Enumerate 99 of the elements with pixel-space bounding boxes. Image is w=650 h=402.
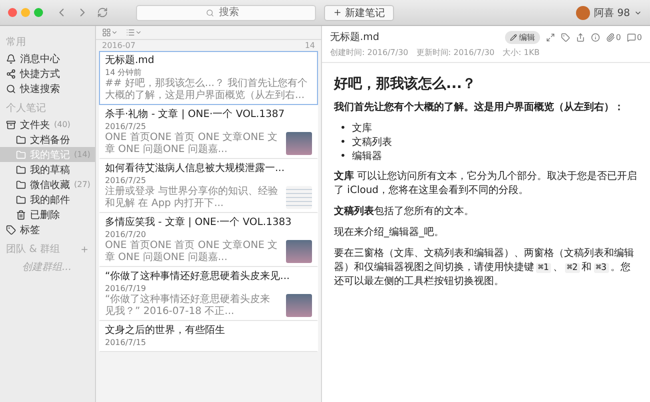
sidebar-item[interactable]: 微信收藏 (27) <box>0 177 95 192</box>
view-mode-button[interactable] <box>102 28 118 37</box>
note-card[interactable]: “你做了这种事情还好意思硬着头皮来见... 2016/7/19 “你做了这种事情还好意思硬着头皮来见我？” 2016-07-18 不正... <box>99 267 318 321</box>
paragraph: 文库 可以让您访问所有文本，它分为几个部分。取决于您是否已开启了 iCloud，您将在这里会看到不同的分段。 <box>334 170 638 198</box>
section-label: 常用 <box>6 36 26 49</box>
search-field[interactable]: 搜索 <box>136 4 316 20</box>
search-icon <box>6 84 16 94</box>
grid-icon <box>102 28 111 37</box>
paragraph: 要在三窗格（文库、文稿列表和编辑器）、两窗格（文稿列表和编辑器）和仅编辑器视图之间切换，请使用快捷键 ⌘1 、 ⌘2 和 ⌘3 。您还可以最左侧的工具栏按钮切换视图。 <box>334 247 635 289</box>
folder-icon <box>16 180 26 190</box>
comment-icon <box>626 32 636 42</box>
avatar-icon <box>576 6 590 20</box>
note-meta: 创建时间: 2016/7/30 <box>330 47 408 58</box>
note-title: 如何看待艾滋病人信息被大规模泄露一... <box>105 163 286 175</box>
note-snippet: 注册或登录 与世界分享你的知识、经验和见解 在 App 内打开下... <box>105 186 280 209</box>
document-thumbnail <box>286 186 312 209</box>
refresh-button[interactable] <box>97 7 108 18</box>
caret-icon <box>111 29 118 36</box>
zoom-icon[interactable] <box>34 8 43 17</box>
note-card[interactable]: 杀手·礼物 - 文章 | ONE·一个 VOL.1387 2016/7/25 ONE 首页ONE 首页 ONE 文章ONE 文章 ONE 问题ONE 问题嘉... <box>99 105 318 159</box>
tag-icon[interactable] <box>560 32 570 42</box>
paragraph: 文稿列表包括了您所有的文本。 <box>334 205 475 219</box>
note-snippet: ONE 首页ONE 首页 ONE 文章ONE 文章 ONE 问题ONE 问题嘉... <box>105 132 279 155</box>
close-icon[interactable] <box>8 8 17 17</box>
folder-icon <box>16 150 26 160</box>
expand-icon[interactable] <box>546 32 555 42</box>
plus-icon <box>333 8 342 17</box>
note-heading: 好吧，那我该怎么...？ <box>334 75 477 93</box>
note-meta: 大小: 1KB <box>502 47 540 58</box>
sidebar-item[interactable]: 标签 <box>0 222 95 237</box>
item-count: (40) <box>54 120 70 129</box>
list-item: 文稿列表 <box>352 136 392 149</box>
sidebar-item[interactable]: 快速搜索 <box>0 81 95 96</box>
attachment-button[interactable]: 0 <box>606 32 621 42</box>
note-card[interactable]: 如何看待艾滋病人信息被大规模泄露一... 2016/7/25 注册或登录 与世界分享你的知识、经验和见解 在 App 内打开下... <box>99 159 318 213</box>
note-title: 无标题.md <box>105 55 156 67</box>
section-label: 团队 & 群组 <box>6 243 60 256</box>
list-icon <box>126 28 135 37</box>
tag-icon <box>6 224 16 234</box>
photo-placeholder <box>286 132 312 155</box>
note-date: 14 分钟前 <box>105 67 143 78</box>
paragraph: 我们首先让您有个大概的了解。这是用户界面概览（从左到右）： <box>334 101 625 115</box>
sidebar-item[interactable]: 文件夹 (40) <box>0 117 95 132</box>
note-card[interactable]: 无标题.md 14 分钟前 ## 好吧，那我该怎么...？ 我们首先让您有个大概的了解，这是用户界面概览（从左到右... <box>99 51 318 105</box>
bullet-icon: • <box>340 136 346 149</box>
note-snippet: “你做了这种事情还好意思硬着头皮来见我？” 2016-07-18 不正... <box>105 294 272 317</box>
note-snippet: ONE 首页ONE 首页 ONE 文章ONE 文章 ONE 问题ONE 问题嘉... <box>105 240 279 263</box>
refresh-icon <box>97 7 108 18</box>
list-item: 文库 <box>352 122 372 135</box>
folder-icon <box>16 164 26 174</box>
edit-button[interactable]: 编辑 <box>504 30 540 44</box>
sidebar-item[interactable]: 文档备份 <box>0 132 95 147</box>
photo-placeholder <box>286 240 312 263</box>
sidebar-item[interactable]: 消息中心 <box>0 51 95 66</box>
new-note-button[interactable]: 新建笔记 <box>324 4 394 20</box>
item-count: (27) <box>74 180 90 189</box>
file-name: 无标题.md <box>330 30 380 44</box>
note-meta: 更新时间: 2016/7/30 <box>416 47 495 58</box>
paragraph: 现在来介绍_编辑器_吧。 <box>334 226 445 240</box>
share-icon[interactable] <box>576 32 585 42</box>
section-label: 个人笔记 <box>6 102 46 115</box>
note-title: 杀手·礼物 - 文章 | ONE·一个 VOL.1387 <box>105 109 286 121</box>
note-date: 2016/7/25 <box>105 175 148 186</box>
photo-placeholder <box>286 294 312 317</box>
sidebar-item[interactable]: 我的草稿 <box>0 162 95 177</box>
trash-icon <box>16 210 26 220</box>
paperclip-icon <box>606 32 615 42</box>
note-date: 2016/7/20 <box>105 229 148 240</box>
sidebar-item[interactable]: 我的邮件 <box>0 192 95 207</box>
caret-icon <box>135 29 142 36</box>
plus-icon <box>80 244 89 254</box>
folder-icon <box>16 134 26 144</box>
month-header: 2016-07 <box>102 41 136 50</box>
note-title: “你做了这种事情还好意思硬着头皮来见... <box>105 271 291 283</box>
sidebar-item[interactable]: 已删除 <box>0 207 95 222</box>
comment-button[interactable]: 0 <box>626 32 642 42</box>
user-menu[interactable]: 阿喜 98 <box>576 6 642 20</box>
pencil-icon <box>510 34 517 40</box>
sidebar-item[interactable]: 快捷方式 <box>0 66 95 81</box>
note-title: 多情应笑我 - 文章 | ONE·一个 VOL.1383 <box>105 217 292 229</box>
bullet-icon: • <box>340 150 346 163</box>
bullet-icon: • <box>340 122 346 135</box>
shortcut-icon <box>6 68 16 78</box>
note-date: 2016/7/15 <box>105 337 148 348</box>
note-date: 2016/7/25 <box>105 121 148 132</box>
bell-icon <box>6 54 16 64</box>
note-count: 14 <box>304 41 315 50</box>
library-icon <box>6 120 16 130</box>
note-card[interactable]: 多情应笑我 - 文章 | ONE·一个 VOL.1383 2016/7/20 ONE 首页ONE 首页 ONE 文章ONE 文章 ONE 问题ONE 问题嘉... <box>99 213 318 267</box>
info-icon[interactable] <box>590 32 600 42</box>
search-icon <box>206 8 214 16</box>
note-title: 文身之后的世界，有些陌生 <box>105 325 226 337</box>
note-date: 2016/7/19 <box>105 283 148 294</box>
list-item: 编辑器 <box>352 150 382 163</box>
sort-button[interactable] <box>126 28 142 37</box>
note-snippet: ## 好吧，那我该怎么...？ 我们首先让您有个大概的了解，这是用户界面概览（从左到右... <box>105 78 309 101</box>
note-card[interactable]: 文身之后的世界，有些陌生 2016/7/15 <box>99 321 318 352</box>
add-button[interactable] <box>80 244 89 254</box>
folder-icon <box>16 194 26 204</box>
